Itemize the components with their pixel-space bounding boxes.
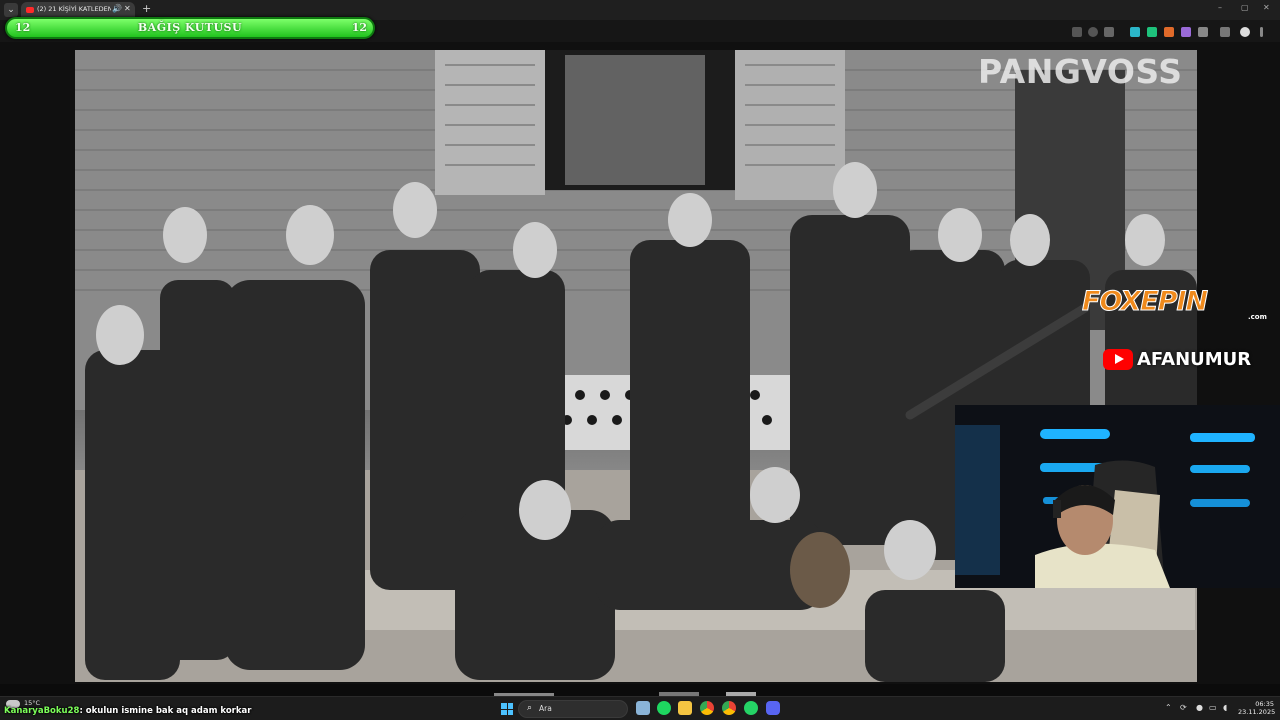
maximize-button[interactable]: ▢: [1241, 3, 1249, 12]
new-tab-button[interactable]: +: [142, 2, 151, 15]
tray-chevron-icon[interactable]: ⌃: [1165, 703, 1172, 712]
streamer-webcam-image: [955, 405, 1280, 588]
extension-icon[interactable]: [1130, 27, 1140, 37]
tab-title: (2) 21 KİŞİYİ KATLEDEN OT...: [37, 5, 111, 13]
youtube-favicon-icon: [26, 7, 34, 13]
tray-network-icon[interactable]: ▭: [1209, 703, 1217, 712]
sponsor-logo-subtext: .com: [1248, 313, 1267, 321]
bookmark-star-icon[interactable]: [1104, 27, 1114, 37]
start-button[interactable]: [501, 703, 513, 715]
audio-playing-icon[interactable]: 🔊: [112, 4, 122, 13]
sponsor-logo: FOXEPIN: [1081, 286, 1208, 318]
extension-icon[interactable]: [1147, 27, 1157, 37]
tray-sync-icon[interactable]: ⟳: [1180, 703, 1187, 712]
youtube-handle: AFANUMUR: [1137, 349, 1252, 370]
extension-icon[interactable]: [1181, 27, 1191, 37]
search-icon: ⌕: [527, 703, 533, 713]
folder-icon[interactable]: [678, 701, 692, 715]
clock-time: 06:35: [1255, 700, 1274, 708]
puzzle-icon[interactable]: [1198, 27, 1208, 37]
chevron-down-icon[interactable]: ⌄: [4, 3, 18, 17]
extension-icon[interactable]: [1164, 27, 1174, 37]
chat-text: : okulun ismine bak aq adam korkar: [79, 706, 252, 716]
tray-volume-icon[interactable]: ◖: [1223, 703, 1227, 712]
file-explorer-icon[interactable]: [636, 701, 650, 715]
player-controls[interactable]: [494, 684, 774, 697]
close-window-button[interactable]: ✕: [1263, 3, 1270, 12]
search-label: Ara: [539, 704, 552, 713]
minimize-button[interactable]: –: [1218, 3, 1222, 12]
channel-watermark: PANGVOSS: [978, 52, 1183, 91]
chat-username: KanaryaBoku28: [4, 706, 80, 716]
tray-mic-icon[interactable]: ●: [1196, 703, 1203, 712]
install-app-icon[interactable]: [1072, 27, 1082, 37]
zoom-icon[interactable]: [1088, 27, 1098, 37]
webcam-overlay: [955, 405, 1280, 588]
sidebar-icon[interactable]: [1220, 27, 1230, 37]
close-tab-icon[interactable]: ✕: [124, 4, 131, 13]
chrome-alt-icon[interactable]: [722, 701, 736, 715]
chrome-icon[interactable]: [700, 701, 714, 715]
donation-count-right: 12: [351, 21, 367, 34]
chat-message: KanaryaBoku28: okulun ismine bak aq adam…: [4, 706, 251, 716]
discord-icon[interactable]: [766, 701, 780, 715]
taskbar-search[interactable]: ⌕ Ara: [518, 700, 628, 718]
whatsapp-icon[interactable]: [744, 701, 758, 715]
profile-avatar[interactable]: [1240, 27, 1250, 37]
donation-title: BAĞIŞ KUTUSU: [137, 21, 243, 34]
youtube-icon: [1103, 349, 1133, 370]
donation-progress-bar: 12 BAĞIŞ KUTUSU 12: [5, 17, 375, 39]
kebab-menu-icon[interactable]: [1260, 27, 1263, 37]
spotify-icon[interactable]: [657, 701, 671, 715]
taskbar-clock[interactable]: 06:35 23.11.2025: [1238, 700, 1276, 716]
clock-date: 23.11.2025: [1238, 708, 1276, 716]
